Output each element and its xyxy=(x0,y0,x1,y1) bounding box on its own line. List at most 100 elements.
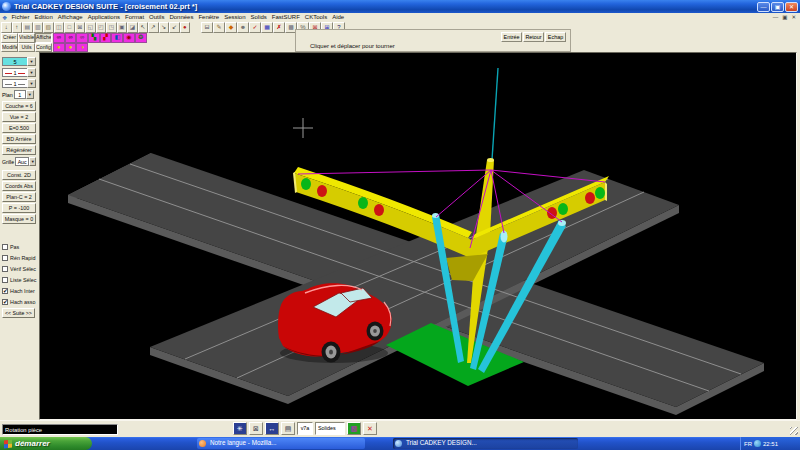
language-indicator[interactable]: FR xyxy=(744,441,752,447)
delete-red-icon[interactable]: ✗ xyxy=(273,22,285,33)
circle-icon[interactable]: ● xyxy=(65,43,77,53)
mode-button[interactable]: Utils xyxy=(18,43,35,53)
panel-button[interactable]: Const. 2D xyxy=(2,170,36,180)
panel-button[interactable]: Régénérer xyxy=(2,145,36,155)
panel-button[interactable]: Masque = 0 xyxy=(2,214,36,224)
version-button[interactable]: v7a xyxy=(297,422,313,435)
zoom-reset-icon[interactable]: ⊠ xyxy=(249,422,263,435)
zoom-window-icon[interactable]: ⊠ xyxy=(75,22,86,33)
mdi-minimize-button[interactable]: — xyxy=(773,14,779,20)
shade-icon[interactable]: ◧ xyxy=(111,33,123,43)
checkbox-row[interactable]: ✔ Pas xyxy=(2,241,36,252)
solids-dropdown[interactable]: Solides xyxy=(315,422,345,435)
chevron-down-icon[interactable]: ▼ xyxy=(27,79,36,88)
panel-button[interactable]: BD Arrière xyxy=(2,134,36,144)
grid-blue-icon[interactable]: ▦ xyxy=(261,22,273,33)
back-button[interactable]: Retour xyxy=(523,32,544,42)
menu-item[interactable]: Données xyxy=(169,14,193,20)
menu-item[interactable]: Outils xyxy=(149,14,164,20)
menu-item[interactable]: Format xyxy=(125,14,144,20)
checkbox-row[interactable]: ✔ Vérif Sélec xyxy=(2,263,36,274)
panel-button[interactable]: Couche = 6 xyxy=(2,101,36,111)
menu-item[interactable]: Affichage xyxy=(58,14,83,20)
pan-view-icon[interactable]: ↔ xyxy=(265,422,279,435)
color-combo[interactable]: 5 ▼ xyxy=(2,57,39,66)
resize-grip[interactable] xyxy=(790,427,798,435)
line-width-combo[interactable]: 1 ▼ xyxy=(2,79,39,88)
enter-button[interactable]: Entrée xyxy=(501,32,522,42)
eye-icon[interactable]: ∞ xyxy=(53,33,65,43)
window-icon[interactable]: □ xyxy=(64,22,75,33)
checkbox-row[interactable]: ✔ Rén Rapid xyxy=(2,252,36,263)
select-arrow-icon[interactable]: ↖ xyxy=(138,22,149,33)
stop-icon[interactable]: ● xyxy=(180,22,191,33)
checkbox-row[interactable]: ✔ Liste Sélec xyxy=(2,274,36,285)
line-style-combo[interactable]: 1 ▼ xyxy=(2,68,39,77)
menu-item[interactable]: Aide xyxy=(332,14,344,20)
view-axes-icon[interactable]: ✳ xyxy=(233,422,247,435)
layers-icon[interactable]: ▚ xyxy=(88,33,100,43)
status-input[interactable]: Rotation pièce xyxy=(2,424,118,435)
panel-button[interactable]: Plan-C = 2 xyxy=(2,192,36,202)
menu-item[interactable]: CKTools xyxy=(305,14,327,20)
dot-icon[interactable]: ◉ xyxy=(123,33,135,43)
panel-button[interactable]: Vue = 2 xyxy=(2,112,36,122)
checkbox[interactable]: ✔ xyxy=(2,266,8,272)
mode-button[interactable]: Visible xyxy=(18,33,35,43)
mode-button[interactable]: Config xyxy=(35,43,52,53)
restore-button[interactable]: ▣ xyxy=(771,2,784,12)
mode-button[interactable]: Modifier xyxy=(1,43,18,53)
eye2-icon[interactable]: ∞ xyxy=(65,33,77,43)
menu-item[interactable]: Fenêtre xyxy=(198,14,219,20)
grille-value[interactable]: Auc xyxy=(15,157,29,166)
viewport-3d[interactable] xyxy=(39,52,797,420)
suite-button[interactable]: << Suite >> xyxy=(2,308,35,318)
minimize-button[interactable]: — xyxy=(757,2,770,12)
mode-button[interactable]: Affiche xyxy=(35,33,52,43)
erase-icon[interactable]: ⊟ xyxy=(201,22,213,33)
checkbox-row[interactable]: ✔ Hach Inter xyxy=(2,285,36,296)
delete-view-icon[interactable]: ✕ xyxy=(363,422,377,435)
checkbox[interactable]: ✔ xyxy=(2,288,8,294)
mode-button[interactable]: Créer xyxy=(1,33,18,43)
star-icon[interactable]: ❂ xyxy=(135,33,147,43)
panel-button[interactable]: Coords Abs xyxy=(2,181,36,191)
pane-icon[interactable]: ▣ xyxy=(117,22,128,33)
mdi-close-button[interactable]: ✕ xyxy=(791,14,796,20)
checkbox[interactable]: ✔ xyxy=(2,244,8,250)
fill-icon[interactable]: ▞ xyxy=(100,33,112,43)
start-button[interactable]: démarrer xyxy=(0,437,92,450)
plan-value[interactable]: 1 xyxy=(14,90,26,99)
taskbar-item-cadkey[interactable]: Trial CADKEY DESIGN... xyxy=(393,438,578,449)
menu-item[interactable]: Session xyxy=(224,14,245,20)
orbit-arrow-icon[interactable]: ↙ xyxy=(169,22,180,33)
print-icon[interactable]: ▥ xyxy=(33,22,44,33)
checkbox[interactable]: ✔ xyxy=(2,299,8,305)
panel-button[interactable]: P = -100 xyxy=(2,203,36,213)
checkbox[interactable]: ✔ xyxy=(2,255,8,261)
blob-icon[interactable]: ● xyxy=(53,43,65,53)
palette-icon[interactable]: ▧ xyxy=(347,422,361,435)
chevron-down-icon[interactable]: ▼ xyxy=(27,68,36,77)
tile-view-icon[interactable]: ◳ xyxy=(106,22,117,33)
verify-icon[interactable]: ✓ xyxy=(249,22,261,33)
checkbox[interactable]: ✔ xyxy=(2,277,8,283)
corner-view-icon[interactable]: ◪ xyxy=(127,22,138,33)
menu-item[interactable]: FastSURF xyxy=(272,14,300,20)
viewport-icon[interactable]: ◫ xyxy=(54,22,65,33)
up-arrow-icon[interactable]: ↑ xyxy=(12,22,23,33)
view-top-icon[interactable]: ◰ xyxy=(96,22,107,33)
lamp-icon[interactable]: ◑ xyxy=(76,43,88,53)
mask-icon[interactable]: ☻ xyxy=(237,22,249,33)
eye3-icon[interactable]: ∞ xyxy=(76,33,88,43)
mdi-restore-button[interactable]: ▣ xyxy=(782,14,787,20)
chevron-down-icon[interactable]: ▼ xyxy=(26,90,34,99)
menu-item[interactable]: Applications xyxy=(88,14,120,20)
close-button[interactable]: ✕ xyxy=(785,2,798,12)
open-icon[interactable]: ▧ xyxy=(43,22,54,33)
down-arrow-icon[interactable]: ↓ xyxy=(1,22,12,33)
taskbar-item-mozilla[interactable]: Notre langue - Mozilla... xyxy=(197,438,365,449)
chevron-down-icon[interactable]: ▼ xyxy=(27,57,36,66)
panel-button[interactable]: E=0.500 xyxy=(2,123,36,133)
save-view-icon[interactable]: ▤ xyxy=(281,422,295,435)
